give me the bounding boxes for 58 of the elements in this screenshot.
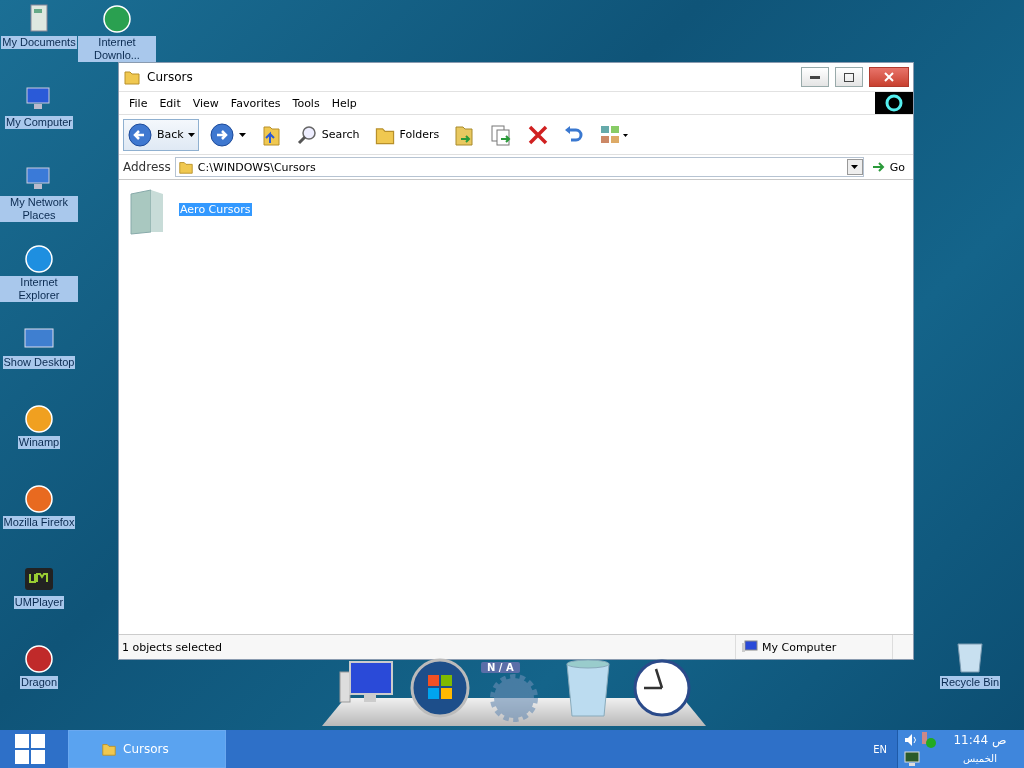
desktop-icon-label[interactable]: My Computer [5, 116, 73, 129]
computer-icon [742, 640, 758, 654]
desktop-icon-label[interactable]: Internet Downlo... [78, 36, 156, 62]
close-button[interactable] [869, 67, 909, 87]
address-dropdown-button[interactable] [846, 159, 863, 175]
folders-button[interactable]: Folders [369, 118, 444, 151]
recycle-bin-icon[interactable] [563, 658, 613, 718]
search-button[interactable]: Search [291, 118, 364, 151]
recycle-bin-icon[interactable] [955, 640, 986, 674]
desktop-icon-label[interactable]: UMPlayer [13, 596, 65, 609]
zone-text: My Computer [762, 640, 837, 654]
ring-icon [885, 94, 903, 112]
gadget-label: N / A [481, 662, 520, 673]
folder-icon [177, 159, 194, 175]
clock-period: ص [992, 732, 1007, 747]
menu-item[interactable]: Favorites [224, 96, 287, 110]
menu-item[interactable]: View [186, 96, 225, 110]
desktop-icon-label[interactable]: Dragon [19, 676, 59, 689]
window-title: Cursors [147, 70, 194, 84]
clock-time: 11:44 [953, 732, 989, 747]
minimize-button[interactable] [801, 67, 829, 87]
back-button[interactable]: Back [123, 118, 199, 151]
caret-icon [851, 165, 859, 169]
caret-icon [187, 132, 195, 137]
delete-x-icon [527, 123, 550, 146]
desktop-icon-label[interactable]: Recycle Bin [940, 676, 1001, 689]
go-button[interactable]: Go [867, 157, 909, 177]
menu-item[interactable]: Help [325, 96, 363, 110]
gear-icon[interactable] [488, 672, 540, 724]
desktop-icon-label[interactable]: Winamp [17, 436, 61, 449]
windows-logo-icon [15, 734, 45, 764]
monitor-icon[interactable] [904, 750, 922, 767]
desktop-icon-label[interactable]: Show Desktop [2, 356, 76, 369]
maximize-button[interactable] [835, 67, 863, 87]
menu-item[interactable]: Edit [153, 96, 187, 110]
caret-icon [238, 132, 246, 137]
search-icon [295, 123, 318, 146]
menu-item[interactable]: Tools [286, 96, 326, 110]
speaker-icon[interactable] [904, 732, 918, 747]
maximize-icon [844, 72, 854, 82]
folder-icon [101, 741, 117, 757]
language-indicator[interactable]: EN [863, 743, 897, 755]
clock-day: الخميس [942, 753, 1018, 764]
close-icon [884, 72, 894, 82]
desktop-icon-label[interactable]: Internet Explorer [0, 276, 78, 302]
desktop-icon-label[interactable]: Mozilla Firefox [2, 516, 76, 529]
folder-icon [123, 68, 141, 86]
views-icon [599, 123, 630, 146]
start-orb-icon[interactable] [410, 658, 470, 718]
status-text: 1 objects selected [121, 640, 224, 654]
desktop-icon-label[interactable]: My Network Places [0, 196, 78, 222]
address-label: Address [123, 160, 171, 174]
minimize-icon [810, 75, 820, 79]
address-field[interactable]: C:\WINDOWS\Cursors [174, 157, 864, 177]
go-arrow-icon [871, 161, 886, 173]
menu-item[interactable]: File [123, 96, 154, 110]
desktop-icon-label[interactable]: My Documents [1, 36, 77, 49]
clock-icon[interactable] [632, 658, 692, 718]
